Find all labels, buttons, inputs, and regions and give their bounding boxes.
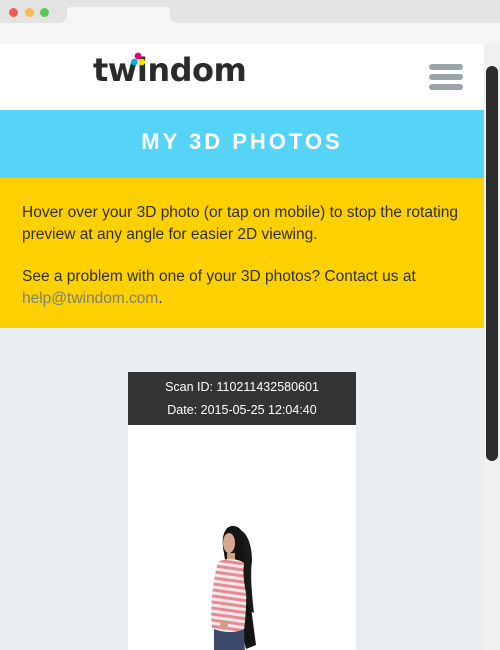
browser-chrome	[0, 0, 500, 44]
close-window-button[interactable]	[9, 8, 18, 17]
logo-text: twindom	[93, 51, 247, 89]
page-title: MY 3D PHOTOS	[141, 129, 343, 154]
info-text: Hover over your 3D photo (or tap on mobi…	[22, 202, 467, 309]
logo-dots-icon	[130, 52, 146, 66]
title-bar: MY 3D PHOTOS	[0, 110, 484, 178]
info-paragraph-contact: See a problem with one of your 3D photos…	[22, 266, 467, 309]
scan-date: Date: 2015-05-25 12:04:40	[167, 403, 317, 417]
maximize-window-button[interactable]	[40, 8, 49, 17]
browser-tab[interactable]	[59, 7, 178, 23]
page-viewport: twindom MY 3D PHOTOS Hover over your 3D …	[0, 44, 484, 650]
3d-figure-preview	[211, 525, 256, 650]
scrollbar-thumb[interactable]	[486, 66, 498, 461]
browser-toolbar	[0, 23, 500, 44]
3d-photo-preview[interactable]	[128, 425, 356, 650]
hamburger-menu-icon[interactable]	[429, 64, 463, 92]
scan-card-header: Scan ID: 110211432580601 Date: 2015-05-2…	[128, 372, 356, 425]
scan-id: Scan ID: 110211432580601	[165, 380, 319, 394]
minimize-window-button[interactable]	[25, 8, 34, 17]
scan-card[interactable]: Scan ID: 110211432580601 Date: 2015-05-2…	[128, 372, 356, 650]
contact-period: .	[158, 289, 163, 307]
twindom-logo[interactable]: twindom	[93, 51, 247, 89]
site-header: twindom	[0, 44, 484, 110]
info-paragraph-hover: Hover over your 3D photo (or tap on mobi…	[22, 204, 458, 243]
support-email-link[interactable]: help@twindom.com	[22, 290, 158, 307]
contact-text: See a problem with one of your 3D photos…	[22, 268, 416, 285]
page-scrollbar[interactable]	[484, 44, 500, 650]
info-box: Hover over your 3D photo (or tap on mobi…	[0, 178, 484, 328]
